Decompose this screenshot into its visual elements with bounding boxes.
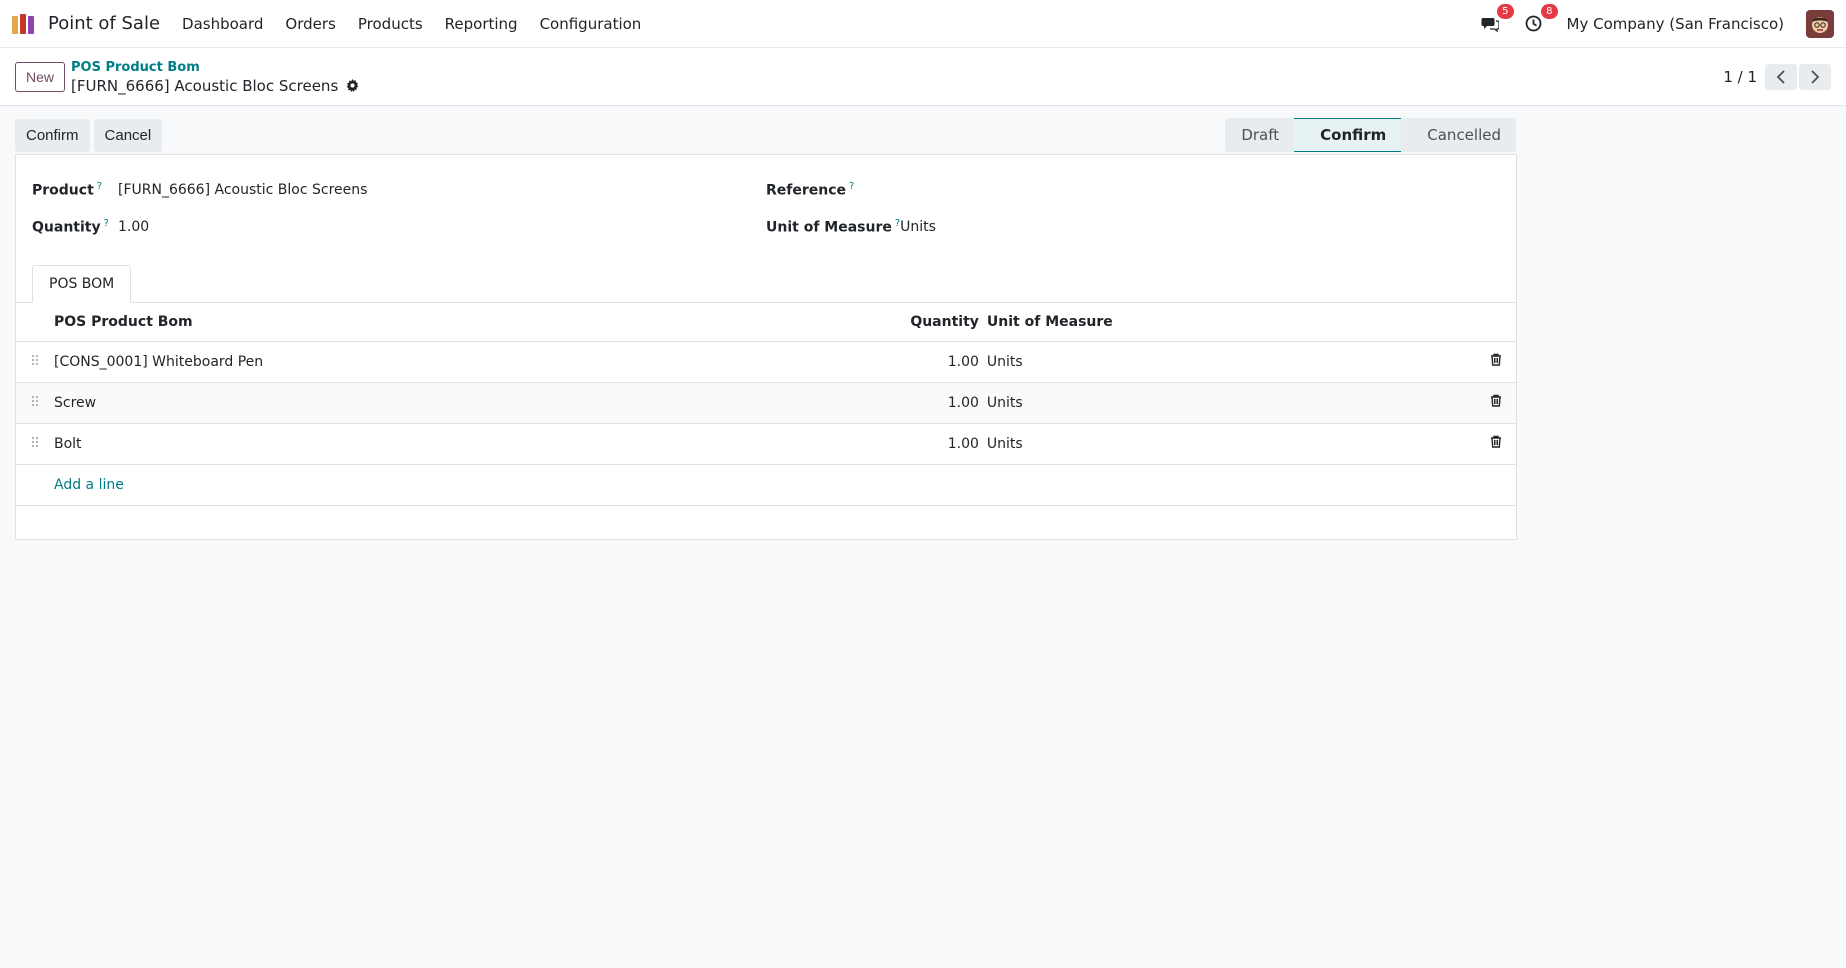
table-header-row: POS Product Bom Quantity Unit of Measure bbox=[16, 303, 1516, 342]
form-sheet: Product? [FURN_6666] Acoustic Bloc Scree… bbox=[15, 154, 1517, 540]
status-step-cancelled[interactable]: Cancelled bbox=[1401, 118, 1516, 152]
confirm-button[interactable]: Confirm bbox=[15, 118, 90, 152]
activities-button[interactable]: 8 bbox=[1523, 3, 1558, 35]
menu-products[interactable]: Products bbox=[358, 15, 423, 33]
trash-icon bbox=[1491, 435, 1501, 448]
breadcrumb-parent-link[interactable]: POS Product Bom bbox=[71, 59, 359, 77]
column-header-product[interactable]: POS Product Bom bbox=[54, 303, 867, 342]
drag-handle-icon[interactable]: ⠿ bbox=[16, 382, 54, 424]
status-steps: Draft Confirm Cancelled bbox=[1225, 118, 1516, 152]
row-uom[interactable]: Units bbox=[986, 382, 1476, 424]
row-uom[interactable]: Units bbox=[986, 423, 1476, 465]
product-field: Product? [FURN_6666] Acoustic Bloc Scree… bbox=[32, 171, 766, 208]
menu-orders[interactable]: Orders bbox=[285, 15, 335, 33]
pager-value[interactable]: 1 / 1 bbox=[1723, 68, 1757, 86]
drag-handle-icon[interactable]: ⠿ bbox=[16, 423, 54, 465]
help-icon[interactable]: ? bbox=[97, 181, 102, 192]
add-line-row: Add a line bbox=[16, 464, 1516, 506]
row-quantity[interactable]: 1.00 bbox=[866, 341, 987, 383]
user-avatar[interactable] bbox=[1806, 9, 1834, 38]
quantity-value[interactable]: 1.00 bbox=[118, 219, 149, 235]
pos-app-logo-icon[interactable] bbox=[12, 13, 38, 34]
delete-row-button[interactable] bbox=[1476, 382, 1516, 424]
handle-column-header bbox=[16, 303, 54, 342]
reference-field: Reference? bbox=[766, 171, 1500, 208]
top-navbar: Point of Sale Dashboard Orders Products … bbox=[0, 0, 1846, 48]
column-header-quantity[interactable]: Quantity bbox=[866, 303, 987, 342]
control-panel: New POS Product Bom [FURN_6666] Acoustic… bbox=[0, 48, 1846, 106]
messages-badge: 5 bbox=[1497, 3, 1514, 19]
delete-row-button[interactable] bbox=[1476, 341, 1516, 383]
quantity-field: Quantity? 1.00 bbox=[32, 208, 766, 245]
bom-lines-table: POS Product Bom Quantity Unit of Measure… bbox=[16, 303, 1516, 506]
uom-field: Unit of Measure? Units bbox=[766, 208, 1500, 245]
fields-right: Reference? Unit of Measure? Units bbox=[766, 171, 1500, 245]
cancel-button[interactable]: Cancel bbox=[93, 118, 163, 152]
reference-label: Reference? bbox=[766, 180, 855, 199]
record-title: [FURN_6666] Acoustic Bloc Screens bbox=[71, 76, 339, 95]
clock-icon bbox=[1525, 15, 1542, 32]
delete-row-button[interactable] bbox=[1476, 423, 1516, 465]
trash-icon bbox=[1491, 353, 1501, 366]
quantity-label: Quantity? bbox=[32, 217, 109, 236]
gear-icon[interactable] bbox=[346, 79, 359, 92]
trash-icon bbox=[1491, 394, 1501, 407]
menu-dashboard[interactable]: Dashboard bbox=[182, 15, 263, 33]
row-quantity[interactable]: 1.00 bbox=[866, 423, 987, 465]
company-switcher[interactable]: My Company (San Francisco) bbox=[1567, 15, 1784, 33]
form-fields: Product? [FURN_6666] Acoustic Bloc Scree… bbox=[16, 155, 1516, 245]
menu-configuration[interactable]: Configuration bbox=[540, 15, 642, 33]
product-value[interactable]: [FURN_6666] Acoustic Bloc Screens bbox=[118, 182, 367, 198]
table-row[interactable]: ⠿ Screw 1.00 Units bbox=[16, 382, 1516, 424]
breadcrumb-current: [FURN_6666] Acoustic Bloc Screens bbox=[71, 77, 359, 95]
table-row[interactable]: ⠿ Bolt 1.00 Units bbox=[16, 423, 1516, 465]
chevron-left-icon bbox=[1776, 69, 1785, 84]
drag-handle-icon[interactable]: ⠿ bbox=[16, 341, 54, 383]
row-uom[interactable]: Units bbox=[986, 341, 1476, 383]
breadcrumb: POS Product Bom [FURN_6666] Acoustic Blo… bbox=[71, 59, 359, 95]
row-quantity[interactable]: 1.00 bbox=[866, 382, 987, 424]
uom-value[interactable]: Units bbox=[900, 219, 936, 235]
table-row[interactable]: ⠿ [CONS_0001] Whiteboard Pen 1.00 Units bbox=[16, 341, 1516, 383]
row-product[interactable]: [CONS_0001] Whiteboard Pen bbox=[54, 341, 867, 383]
pager-previous-button[interactable] bbox=[1765, 63, 1797, 90]
pager-next-button[interactable] bbox=[1799, 63, 1831, 90]
add-line-link[interactable]: Add a line bbox=[54, 464, 867, 506]
fields-left: Product? [FURN_6666] Acoustic Bloc Scree… bbox=[32, 171, 766, 245]
uom-label: Unit of Measure? bbox=[766, 217, 901, 236]
chevron-right-icon bbox=[1811, 69, 1820, 84]
notebook-tabs: POS BOM bbox=[16, 263, 1516, 303]
help-icon[interactable]: ? bbox=[104, 218, 109, 229]
pager: 1 / 1 bbox=[1723, 63, 1831, 90]
status-step-confirm[interactable]: Confirm bbox=[1294, 118, 1402, 152]
menu-reporting[interactable]: Reporting bbox=[445, 15, 518, 33]
product-label: Product? bbox=[32, 180, 103, 199]
messages-button[interactable]: 5 bbox=[1479, 3, 1514, 35]
tab-pos-bom[interactable]: POS BOM bbox=[32, 265, 132, 303]
column-header-uom[interactable]: Unit of Measure bbox=[986, 303, 1476, 342]
status-bar: Confirm Cancel Draft Confirm Cancelled bbox=[0, 110, 1531, 160]
user-face-icon bbox=[1812, 16, 1828, 33]
status-step-draft[interactable]: Draft bbox=[1225, 118, 1295, 152]
row-product[interactable]: Screw bbox=[54, 382, 867, 424]
help-icon[interactable]: ? bbox=[849, 181, 854, 192]
delete-column-header bbox=[1476, 303, 1516, 342]
row-product[interactable]: Bolt bbox=[54, 423, 867, 465]
new-button[interactable]: New bbox=[15, 61, 66, 92]
chat-icon bbox=[1481, 17, 1499, 32]
activities-badge: 8 bbox=[1541, 3, 1558, 19]
app-name[interactable]: Point of Sale bbox=[48, 13, 160, 34]
